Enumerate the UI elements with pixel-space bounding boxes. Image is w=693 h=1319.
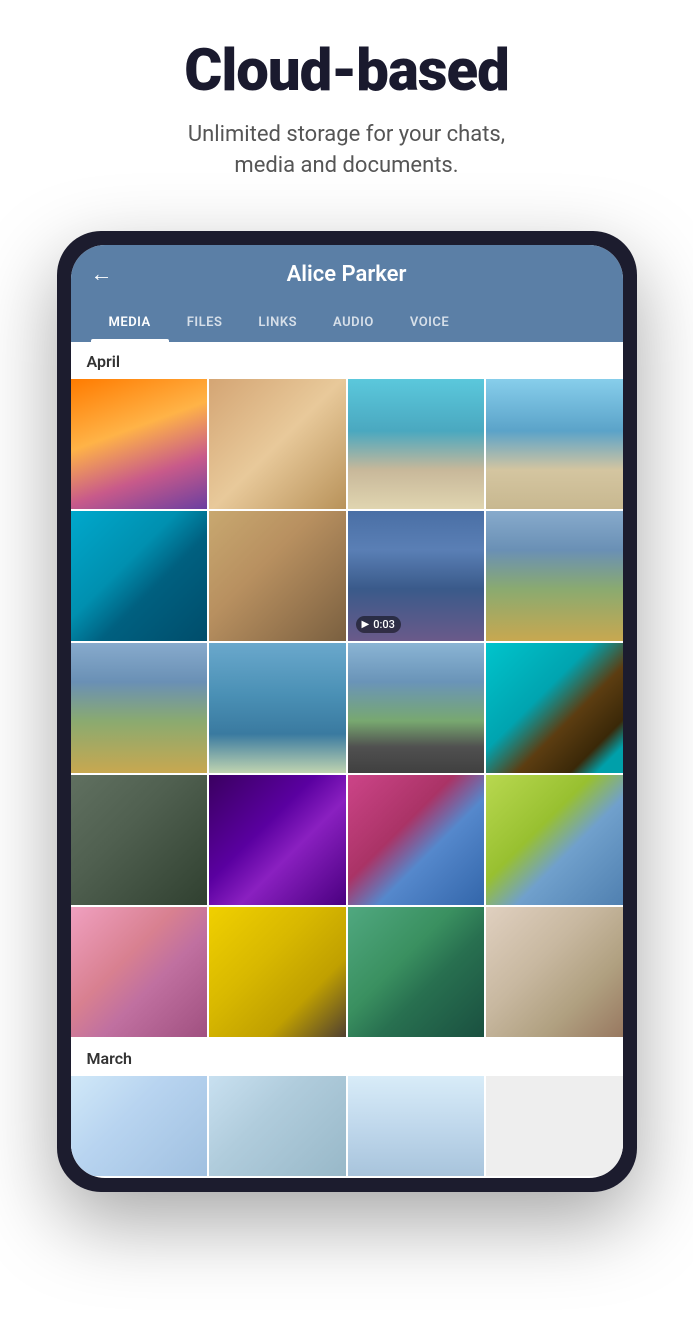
phone-wrapper: ← Alice Parker MEDIA FILES LINKS AUDIO V… <box>57 231 637 1192</box>
grid-row-2: ▶ 0:03 <box>71 511 623 641</box>
phone-screen: ← Alice Parker MEDIA FILES LINKS AUDIO V… <box>71 245 623 1178</box>
contact-name: Alice Parker <box>129 262 565 287</box>
month-label-april: April <box>71 342 623 379</box>
media-cell[interactable] <box>486 379 623 509</box>
tab-audio[interactable]: AUDIO <box>315 303 392 342</box>
media-cell[interactable] <box>348 907 485 1037</box>
phone-frame: ← Alice Parker MEDIA FILES LINKS AUDIO V… <box>57 231 637 1192</box>
media-cell-video[interactable]: ▶ 0:03 <box>348 511 485 641</box>
grid-row-5 <box>71 907 623 1037</box>
media-cell[interactable] <box>486 643 623 773</box>
media-cell[interactable] <box>486 775 623 905</box>
media-cell[interactable] <box>71 511 208 641</box>
grid-row-4 <box>71 775 623 905</box>
media-cell[interactable] <box>209 643 346 773</box>
grid-row-march-1 <box>71 1076 623 1176</box>
media-cell[interactable] <box>71 643 208 773</box>
media-cell[interactable] <box>71 907 208 1037</box>
media-cell[interactable] <box>348 379 485 509</box>
phone-nav: ← Alice Parker <box>91 261 603 287</box>
tab-links[interactable]: LINKS <box>240 303 315 342</box>
tab-voice[interactable]: VOICE <box>392 303 467 342</box>
media-cell[interactable] <box>71 775 208 905</box>
phone-header: ← Alice Parker MEDIA FILES LINKS AUDIO V… <box>71 245 623 342</box>
grid-row-3 <box>71 643 623 773</box>
grid-row-1 <box>71 379 623 509</box>
media-cell[interactable] <box>209 511 346 641</box>
hero-section: Cloud-based Unlimited storage for your c… <box>0 0 693 211</box>
media-grid: April ▶ 0:03 <box>71 342 623 1176</box>
media-cell[interactable] <box>71 379 208 509</box>
media-cell[interactable] <box>486 511 623 641</box>
media-cell-empty <box>486 1076 623 1176</box>
hero-subtitle: Unlimited storage for your chats,media a… <box>40 120 653 182</box>
media-cell[interactable] <box>348 643 485 773</box>
month-label-march: March <box>71 1039 623 1076</box>
media-cell[interactable] <box>209 1076 346 1176</box>
hero-title: Cloud-based <box>40 40 653 104</box>
media-cell[interactable] <box>209 907 346 1037</box>
video-duration: 0:03 <box>373 618 395 631</box>
media-cell[interactable] <box>71 1076 208 1176</box>
media-cell[interactable] <box>209 775 346 905</box>
video-overlay: ▶ 0:03 <box>356 616 401 633</box>
tab-files[interactable]: FILES <box>169 303 241 342</box>
media-cell[interactable] <box>486 907 623 1037</box>
media-cell[interactable] <box>348 1076 485 1176</box>
media-cell[interactable] <box>348 775 485 905</box>
tab-media[interactable]: MEDIA <box>91 303 169 342</box>
play-icon: ▶ <box>362 619 370 630</box>
back-button[interactable]: ← <box>91 261 113 287</box>
media-cell[interactable] <box>209 379 346 509</box>
tab-bar: MEDIA FILES LINKS AUDIO VOICE <box>91 303 603 342</box>
